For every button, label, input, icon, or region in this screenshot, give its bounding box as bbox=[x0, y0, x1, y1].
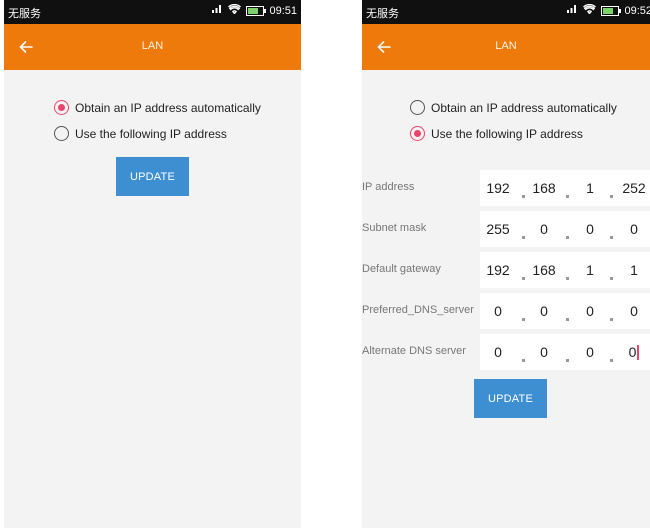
carrier-label: 无服务 bbox=[366, 8, 399, 20]
subnet-mask-row: Subnet mask 255 0 0 0 bbox=[362, 211, 650, 247]
phone-screen-manual: 无服务 09:52 LAN Obtain an IP address autom… bbox=[362, 0, 650, 528]
octet-input[interactable]: 168 bbox=[526, 252, 562, 288]
radio-label: Obtain an IP address automatically bbox=[431, 100, 617, 115]
page-title: LAN bbox=[495, 40, 517, 52]
octet-input[interactable]: 252 bbox=[616, 170, 650, 206]
default-gateway-row: Default gateway 192 168 1 1 bbox=[362, 252, 650, 288]
octet-input[interactable]: 255 bbox=[480, 211, 516, 247]
radio-label: Use the following IP address bbox=[431, 126, 583, 141]
status-bar: 无服务 09:51 bbox=[4, 0, 301, 24]
octet-input[interactable]: 0 bbox=[572, 293, 608, 329]
octet-input[interactable]: 0 bbox=[616, 211, 650, 247]
app-bar: LAN bbox=[362, 24, 650, 70]
radio-checked-icon bbox=[54, 100, 69, 115]
octet-input[interactable]: 0 bbox=[526, 293, 562, 329]
battery-icon bbox=[601, 5, 622, 16]
octet-input[interactable]: 0 bbox=[616, 293, 650, 329]
page-title: LAN bbox=[141, 40, 164, 52]
octet-input[interactable]: 1 bbox=[616, 252, 650, 288]
radio-checked-icon bbox=[410, 126, 425, 141]
octet-input[interactable]: 0 bbox=[526, 211, 562, 247]
signal-icon bbox=[566, 4, 578, 17]
alternate-dns-row: Alternate DNS server 0 0 0 0 bbox=[362, 334, 650, 370]
radio-obtain-automatically[interactable]: Obtain an IP address automatically bbox=[54, 100, 261, 115]
field-label: Alternate DNS server bbox=[362, 345, 466, 357]
field-label: Subnet mask bbox=[362, 222, 427, 234]
text-cursor bbox=[637, 344, 640, 360]
radio-use-following[interactable]: Use the following IP address bbox=[54, 126, 227, 141]
preferred-dns-row: Preferred_DNS_server 0 0 0 0 bbox=[362, 293, 650, 329]
octet-input-focused[interactable]: 0 bbox=[616, 334, 650, 370]
octet-input[interactable]: 0 bbox=[480, 293, 516, 329]
radio-unchecked-icon bbox=[54, 126, 69, 141]
signal-icon bbox=[211, 4, 223, 17]
wifi-icon bbox=[228, 3, 242, 17]
clock: 09:51 bbox=[269, 4, 297, 17]
carrier-label: 无服务 bbox=[8, 8, 41, 20]
app-bar: LAN bbox=[4, 24, 301, 70]
octet-input[interactable]: 0 bbox=[572, 334, 608, 370]
update-button[interactable]: UPDATE bbox=[116, 157, 189, 196]
radio-unchecked-icon bbox=[410, 100, 425, 115]
radio-label: Use the following IP address bbox=[75, 126, 227, 141]
battery-icon bbox=[246, 5, 267, 16]
octet-input[interactable]: 0 bbox=[572, 211, 608, 247]
octet-value: 0 bbox=[628, 344, 637, 360]
clock: 09:52 bbox=[624, 4, 650, 17]
ip-address-row: IP address 192 168 1 252 bbox=[362, 170, 650, 206]
phone-screen-automatic: 无服务 09:51 LAN Obtain an IP address autom… bbox=[4, 0, 301, 528]
octet-input[interactable]: 192 bbox=[480, 252, 516, 288]
octet-input[interactable]: 0 bbox=[526, 334, 562, 370]
wifi-icon bbox=[583, 3, 597, 17]
update-button[interactable]: UPDATE bbox=[474, 379, 547, 418]
field-label: Preferred_DNS_server bbox=[362, 304, 474, 316]
octet-input[interactable]: 168 bbox=[526, 170, 562, 206]
radio-label: Obtain an IP address automatically bbox=[75, 100, 261, 115]
status-bar: 无服务 09:52 bbox=[362, 0, 650, 24]
radio-use-following[interactable]: Use the following IP address bbox=[410, 126, 583, 141]
field-label: IP address bbox=[362, 181, 415, 193]
radio-obtain-automatically[interactable]: Obtain an IP address automatically bbox=[410, 100, 617, 115]
octet-input[interactable]: 1 bbox=[572, 252, 608, 288]
octet-input[interactable]: 192 bbox=[480, 170, 516, 206]
octet-input[interactable]: 1 bbox=[572, 170, 608, 206]
octet-input[interactable]: 0 bbox=[480, 334, 516, 370]
field-label: Default gateway bbox=[362, 263, 441, 275]
